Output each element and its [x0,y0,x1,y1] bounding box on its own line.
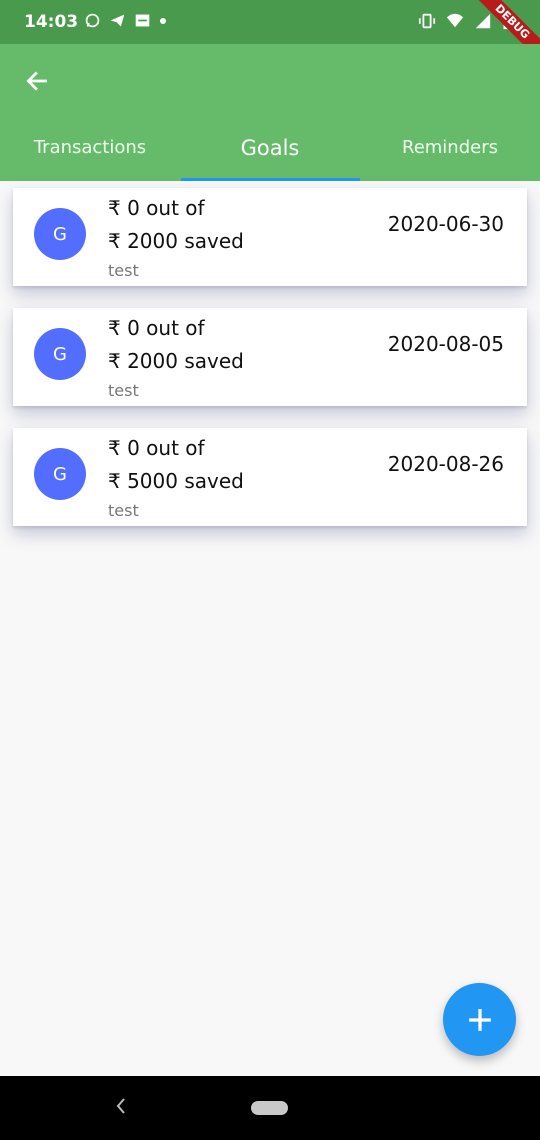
tab-label: Transactions [33,137,147,158]
arrow-back-icon [26,71,48,91]
tab-bar: Transactions Goals Reminders [0,114,540,181]
wifi-icon [446,13,464,28]
back-button[interactable] [22,66,52,96]
home-pill[interactable] [251,1101,288,1115]
dot-icon [160,17,166,24]
tab-goals[interactable]: Goals [180,114,360,181]
goal-date: 2020-08-26 [387,452,504,476]
signal-icon [475,13,491,29]
tab-label: Reminders [402,137,498,158]
tab-label: Goals [240,135,300,160]
telegram-icon [110,14,125,27]
whatsapp-icon [85,13,100,28]
status-bar: 14:03 DEBUG [0,0,540,71]
active-tab-indicator [181,178,360,181]
system-back-button[interactable] [111,1094,131,1118]
goal-avatar: G [34,448,86,500]
gallery-icon [135,14,150,27]
chevron-left-icon [116,1098,125,1114]
goal-avatar: G [34,328,86,380]
goal-list: G ₹ 0 out of ₹ 2000 saved test 2020-06-3… [13,188,527,548]
goal-note: test [108,381,139,400]
tab-transactions[interactable]: Transactions [0,114,180,181]
notification-icons [84,12,167,29]
goal-card[interactable]: G ₹ 0 out of ₹ 2000 saved test 2020-06-3… [13,188,527,286]
goal-target-amount: ₹ 2000 saved [108,229,244,253]
goal-target-amount: ₹ 2000 saved [108,349,244,373]
goal-note: test [108,261,139,280]
goal-card[interactable]: G ₹ 0 out of ₹ 2000 saved test 2020-08-0… [13,308,527,406]
add-goal-button[interactable] [443,983,516,1056]
tab-reminders[interactable]: Reminders [360,114,540,181]
goal-target-amount: ₹ 5000 saved [108,469,244,493]
system-navigation-bar [0,1076,540,1140]
goal-saved-amount: ₹ 0 out of [108,196,205,220]
goal-saved-amount: ₹ 0 out of [108,316,205,340]
goal-card[interactable]: G ₹ 0 out of ₹ 5000 saved test 2020-08-2… [13,428,527,526]
goal-note: test [108,501,139,520]
status-time: 14:03 [24,12,79,32]
goal-avatar: G [34,208,86,260]
app-bar: Transactions Goals Reminders [0,44,540,181]
goal-date: 2020-06-30 [387,212,504,236]
goal-date: 2020-08-05 [387,332,504,356]
goal-saved-amount: ₹ 0 out of [108,436,205,460]
plus-icon [468,1008,491,1031]
vibrate-icon [418,13,436,29]
